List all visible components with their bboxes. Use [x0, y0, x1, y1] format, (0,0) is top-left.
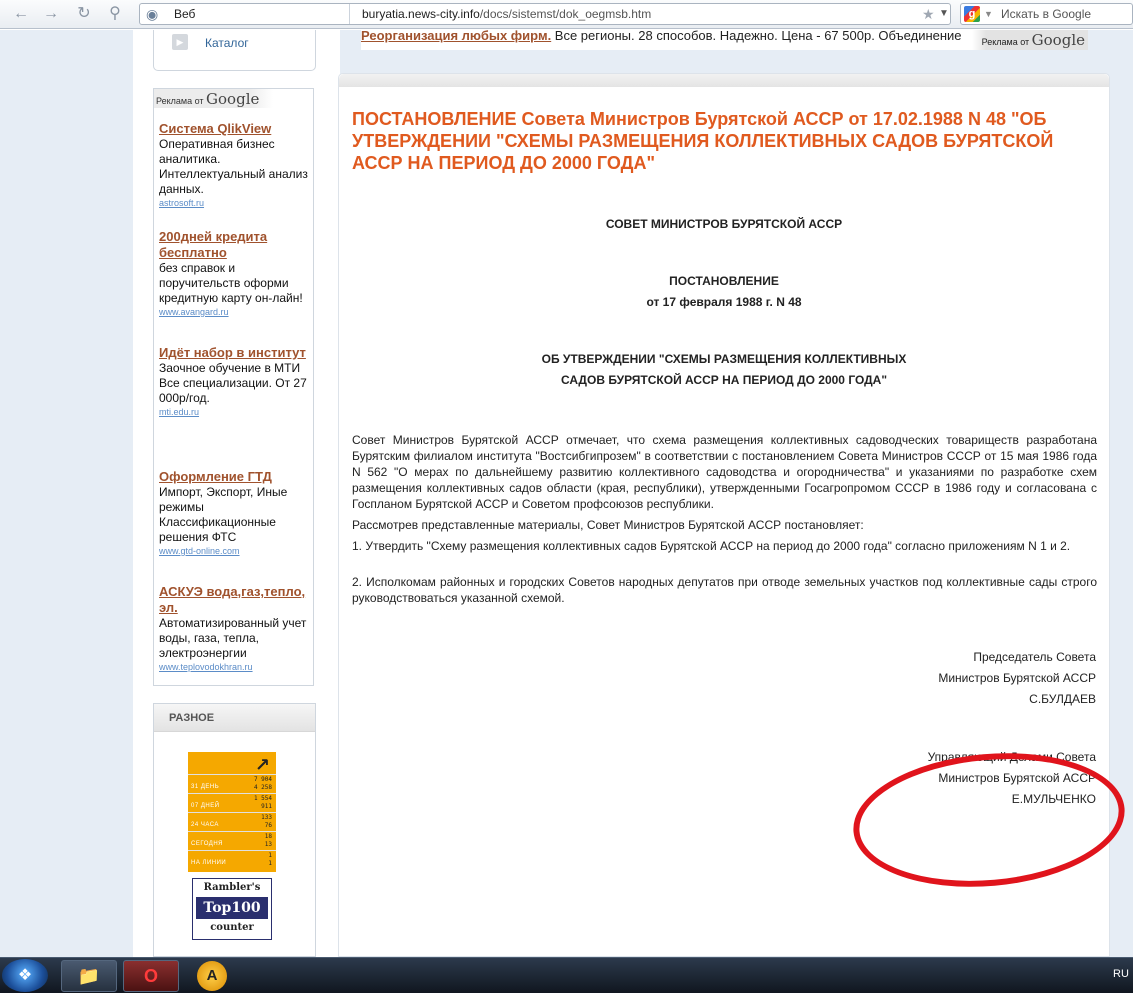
catalog-link[interactable]: Каталог — [205, 36, 249, 50]
address-bar[interactable]: ◉ Веб buryatia.news-city.info/docs/siste… — [139, 3, 951, 25]
reload-icon[interactable]: ↻ — [73, 4, 95, 24]
ad-url[interactable]: mti.edu.ru — [159, 406, 309, 418]
opera-taskbar-button[interactable]: O — [123, 960, 179, 992]
counter-row: НА ЛИНИИ 1 1 — [188, 850, 276, 869]
ad-item: Идёт набор в институт Заочное обучение в… — [159, 345, 309, 418]
arrow-up-right-icon: ↗ — [254, 755, 270, 775]
ad-url[interactable]: www.teplovodokhran.ru — [159, 661, 309, 673]
signature-chairman: Председатель Совета Министров Бурятской … — [938, 650, 1096, 706]
search-box[interactable]: g ▼ Искать в Google — [960, 3, 1133, 25]
catalog-box: ▶ Каталог — [153, 30, 316, 71]
forward-icon[interactable]: → — [40, 4, 62, 24]
page-title: ПОСТАНОВЛЕНИЕ Совета Министров Бурятской… — [352, 109, 1054, 173]
ad-title[interactable]: АСКУЭ вода,газ,тепло, эл. — [159, 584, 309, 616]
ad-text: Импорт, Экспорт, Иные режимы Классификац… — [159, 485, 288, 544]
ad-title[interactable]: 200дней кредита бесплатно — [159, 229, 309, 261]
language-indicator[interactable]: RU — [1113, 968, 1129, 980]
ad-text: без справок и поручительств оформи креди… — [159, 261, 303, 305]
ad-text: Автоматизированный учет воды, газа, тепл… — [159, 616, 307, 660]
doc-paragraph: 1. Утвердить "Схему размещения коллектив… — [352, 539, 1071, 553]
folder-icon: 📁 — [77, 966, 101, 986]
ads-by-google-label[interactable]: Реклама от Google — [971, 30, 1088, 50]
counter-row: 24 ЧАСА 133 76 — [188, 812, 276, 831]
doc-paragraph: 2. Исполкомам районных и городских Совет… — [352, 575, 1097, 605]
search-input[interactable]: Искать в Google — [1001, 4, 1091, 24]
ad-text: Заочное обучение в МТИ Все специализации… — [159, 361, 307, 405]
chevron-down-icon[interactable]: ▼ — [939, 4, 949, 24]
doc-issuer: СОВЕТ МИНИСТРОВ БУРЯТСКОЙ АССР — [605, 217, 843, 231]
counter-row: 07 ДНЕЙ 1 554 911 — [188, 793, 276, 812]
bookmark-star-icon[interactable]: ★ — [922, 4, 935, 24]
top-text-ad: Реорганизация любых фирм. Все регионы. 2… — [361, 30, 1088, 50]
doc-subject-line: ОБ УТВЕРЖДЕНИИ "СХЕМЫ РАЗМЕЩЕНИЯ КОЛЛЕКТ… — [541, 352, 907, 366]
url-text[interactable]: buryatia.news-city.info/docs/sistemst/do… — [362, 4, 651, 24]
ads-by-google-label[interactable]: Реклама от Google — [154, 89, 274, 108]
catalog-icon: ▶ — [172, 34, 188, 50]
ad-url[interactable]: www.gtd-online.com — [159, 545, 309, 557]
ad-item: 200дней кредита бесплатно без справок и … — [159, 229, 309, 318]
counter-row: СЕГОДНЯ 18 13 — [188, 831, 276, 850]
explorer-taskbar-button[interactable]: 📁 — [61, 960, 117, 992]
ad-title[interactable]: Идёт набор в институт — [159, 345, 309, 361]
top-ad-text: Все регионы. 28 способов. Надежно. Цена … — [551, 30, 962, 43]
top-ad-link[interactable]: Реорганизация любых фирм. — [361, 30, 551, 43]
ad-url[interactable]: www.avangard.ru — [159, 306, 309, 318]
search-engine-dropdown-icon[interactable]: ▼ — [984, 4, 993, 24]
opera-icon: O — [143, 966, 158, 986]
counter-row: 31 ДЕНЬ 7 904 4 258 — [188, 774, 276, 793]
globe-icon: ◉ — [146, 6, 159, 22]
ad-item: Оформление ГТД Импорт, Экспорт, Иные реж… — [159, 469, 309, 557]
key-icon[interactable]: ⚲ — [104, 4, 126, 24]
content-header-strip — [339, 74, 1109, 87]
google-ads-sidebar: Реклама от Google Система QlikView Опера… — [153, 88, 314, 686]
doc-paragraph: Рассмотрев представленные материалы, Сов… — [352, 518, 864, 532]
ad-url[interactable]: astrosoft.ru — [159, 197, 309, 209]
document-content: ПОСТАНОВЛЕНИЕ Совета Министров Бурятской… — [338, 73, 1131, 957]
aimp-icon: A — [206, 967, 218, 984]
ad-item: АСКУЭ вода,газ,тепло, эл. Автоматизирова… — [159, 584, 309, 673]
web-button[interactable]: Веб — [164, 4, 350, 24]
doc-subject-line: САДОВ БУРЯТСКОЙ АССР НА ПЕРИОД ДО 2000 Г… — [560, 373, 888, 387]
ad-title[interactable]: Система QlikView — [159, 121, 309, 137]
back-icon[interactable]: ← — [10, 4, 32, 24]
web-page: ▶ Каталог Реклама от Google Система Qlik… — [0, 30, 1133, 957]
misc-box: РАЗНОЕ ↗ 31 ДЕНЬ 7 904 4 258 07 ДНЕЙ 1 554 9… — [153, 703, 316, 957]
rambler-top100-counter[interactable]: Rambler's Top100 counter — [192, 878, 272, 940]
liveinternet-counter[interactable]: ↗ 31 ДЕНЬ 7 904 4 258 07 ДНЕЙ 1 554 911 24 Ч… — [188, 752, 276, 872]
start-button[interactable]: ❖ — [2, 959, 48, 992]
google-search-icon: g — [964, 6, 980, 22]
ad-title[interactable]: Оформление ГТД — [159, 469, 309, 485]
browser-toolbar: ← → ↻ ⚲ ◉ Веб buryatia.news-city.info/do… — [0, 0, 1133, 29]
aimp-taskbar-button[interactable]: A — [197, 961, 227, 991]
misc-header: РАЗНОЕ — [154, 704, 315, 732]
ad-text: Оперативная бизнес аналитика. Интеллекту… — [159, 137, 308, 196]
doc-type: ПОСТАНОВЛЕНИЕ — [669, 274, 779, 288]
doc-date: от 17 февраля 1988 г. N 48 — [646, 295, 802, 309]
doc-paragraph: Совет Министров Бурятской АССР отмечает,… — [352, 433, 1097, 511]
windows-taskbar: ❖ 📁 O A RU — [0, 957, 1133, 993]
ad-item: Система QlikView Оперативная бизнес анал… — [159, 121, 309, 209]
